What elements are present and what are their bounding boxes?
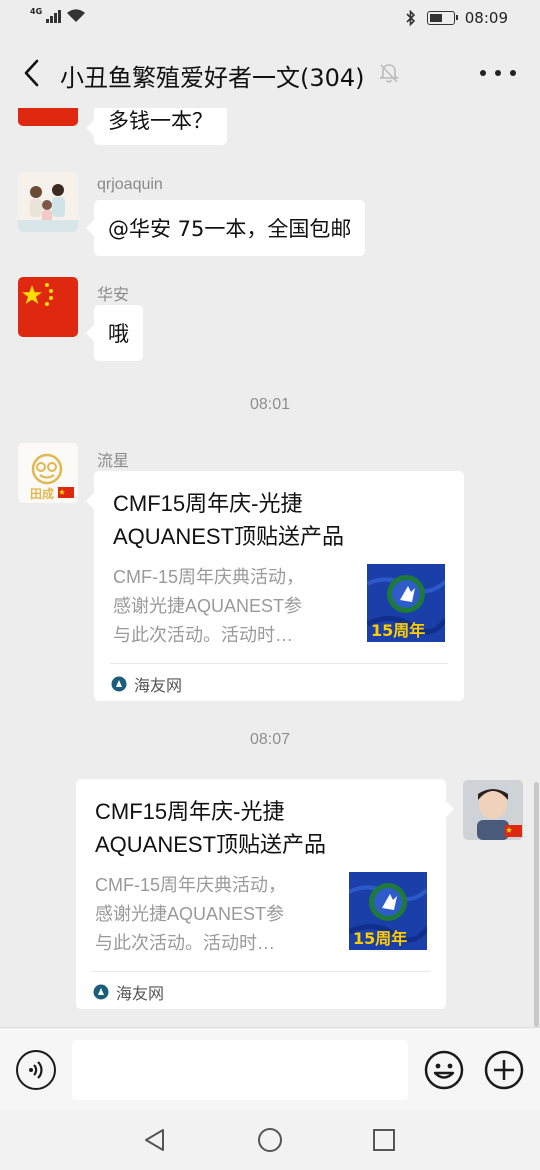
sender-name: 华安	[97, 287, 130, 304]
mute-bell-icon	[379, 64, 399, 83]
wifi-icon	[67, 9, 86, 22]
card-thumb-text: 15周年	[353, 929, 408, 948]
card-source: 海友网	[111, 672, 182, 696]
family-photo-icon	[18, 172, 78, 232]
avatar-me[interactable]	[463, 780, 523, 840]
china-flag-icon	[18, 277, 78, 337]
battery-icon	[426, 11, 458, 25]
card-divider	[110, 663, 448, 664]
card-thumb-text: 15周年	[371, 621, 426, 640]
source-logo-icon	[93, 984, 109, 1000]
back-arrow-icon	[24, 59, 39, 87]
chat-messages[interactable]: 多钱一本？ qrjoaquin @华安 75一本，全国包邮 华安 哦 08:01	[0, 108, 540, 1027]
message-text: 哦	[108, 322, 129, 346]
avatar-logo-text: 田成	[30, 487, 55, 501]
child-photo-icon	[463, 780, 523, 840]
card-title: CMF15周年庆-光捷 AQUANEST顶贴送产品	[95, 799, 327, 857]
voice-button[interactable]	[16, 1050, 56, 1090]
back-button[interactable]	[16, 56, 46, 90]
nav-recent-icon[interactable]	[372, 1128, 396, 1152]
card-source-name: 海友网	[134, 676, 183, 695]
bluetooth-icon	[406, 9, 415, 27]
voice-icon	[29, 1061, 43, 1079]
more-button[interactable]	[480, 60, 516, 86]
card-thumbnail: 15周年	[349, 872, 427, 950]
card-source-name: 海友网	[116, 984, 165, 1003]
message-bubble[interactable]: 多钱一本？	[86, 108, 227, 145]
battery-level	[429, 14, 442, 22]
avatar-liuxing[interactable]: 田成	[18, 443, 78, 503]
message-text: 多钱一本？	[108, 109, 213, 133]
card-description: CMF-15周年庆典活动， 感谢光捷AQUANEST参 与此次活动。活动时…	[113, 567, 305, 645]
network-label: 4G	[30, 7, 43, 16]
plus-icon[interactable]	[484, 1050, 524, 1090]
sender-name: qrjoaquin	[97, 176, 163, 193]
sender-name: 流星	[97, 453, 130, 470]
timestamp: 08:07	[249, 731, 291, 748]
timestamp: 08:01	[249, 396, 291, 413]
link-card[interactable]: CMF15周年庆-光捷 AQUANEST顶贴送产品 CMF-15周年庆典活动， …	[86, 471, 464, 701]
avatar-flag-partial[interactable]	[18, 108, 78, 126]
message-bubble[interactable]: 哦	[86, 305, 143, 361]
status-time: 08:09	[464, 9, 508, 27]
chat-title: 小丑鱼繁殖爱好者一文(304)	[60, 64, 365, 92]
card-divider	[92, 971, 430, 972]
avatar-qrjoaquin[interactable]	[18, 172, 78, 232]
status-bar: 4G 08:09	[0, 0, 540, 38]
input-bar	[0, 1027, 540, 1110]
scrollbar[interactable]	[534, 782, 539, 1027]
link-card-sent[interactable]: CMF15周年庆-光捷 AQUANEST顶贴送产品 CMF-15周年庆典活动， …	[76, 779, 454, 1009]
system-nav-bar	[0, 1110, 540, 1170]
emoji-icon[interactable]	[424, 1050, 464, 1090]
nav-home-icon[interactable]	[257, 1127, 283, 1153]
card-title: CMF15周年庆-光捷 AQUANEST顶贴送产品	[113, 491, 345, 549]
avatar-huaan[interactable]	[18, 277, 78, 337]
card-source: 海友网	[93, 980, 164, 1004]
message-text: @华安 75一本，全国包邮	[108, 217, 352, 241]
nav-back-icon[interactable]	[142, 1127, 168, 1153]
card-description: CMF-15周年庆典活动， 感谢光捷AQUANEST参 与此次活动。活动时…	[95, 875, 287, 953]
message-bubble[interactable]: @华安 75一本，全国包邮	[85, 200, 366, 256]
card-thumbnail: 15周年	[367, 564, 445, 642]
source-logo-icon	[111, 676, 127, 692]
chat-header: 小丑鱼繁殖爱好者一文(304)	[0, 38, 540, 108]
signal-icon	[46, 9, 62, 23]
message-input[interactable]	[72, 1040, 408, 1100]
